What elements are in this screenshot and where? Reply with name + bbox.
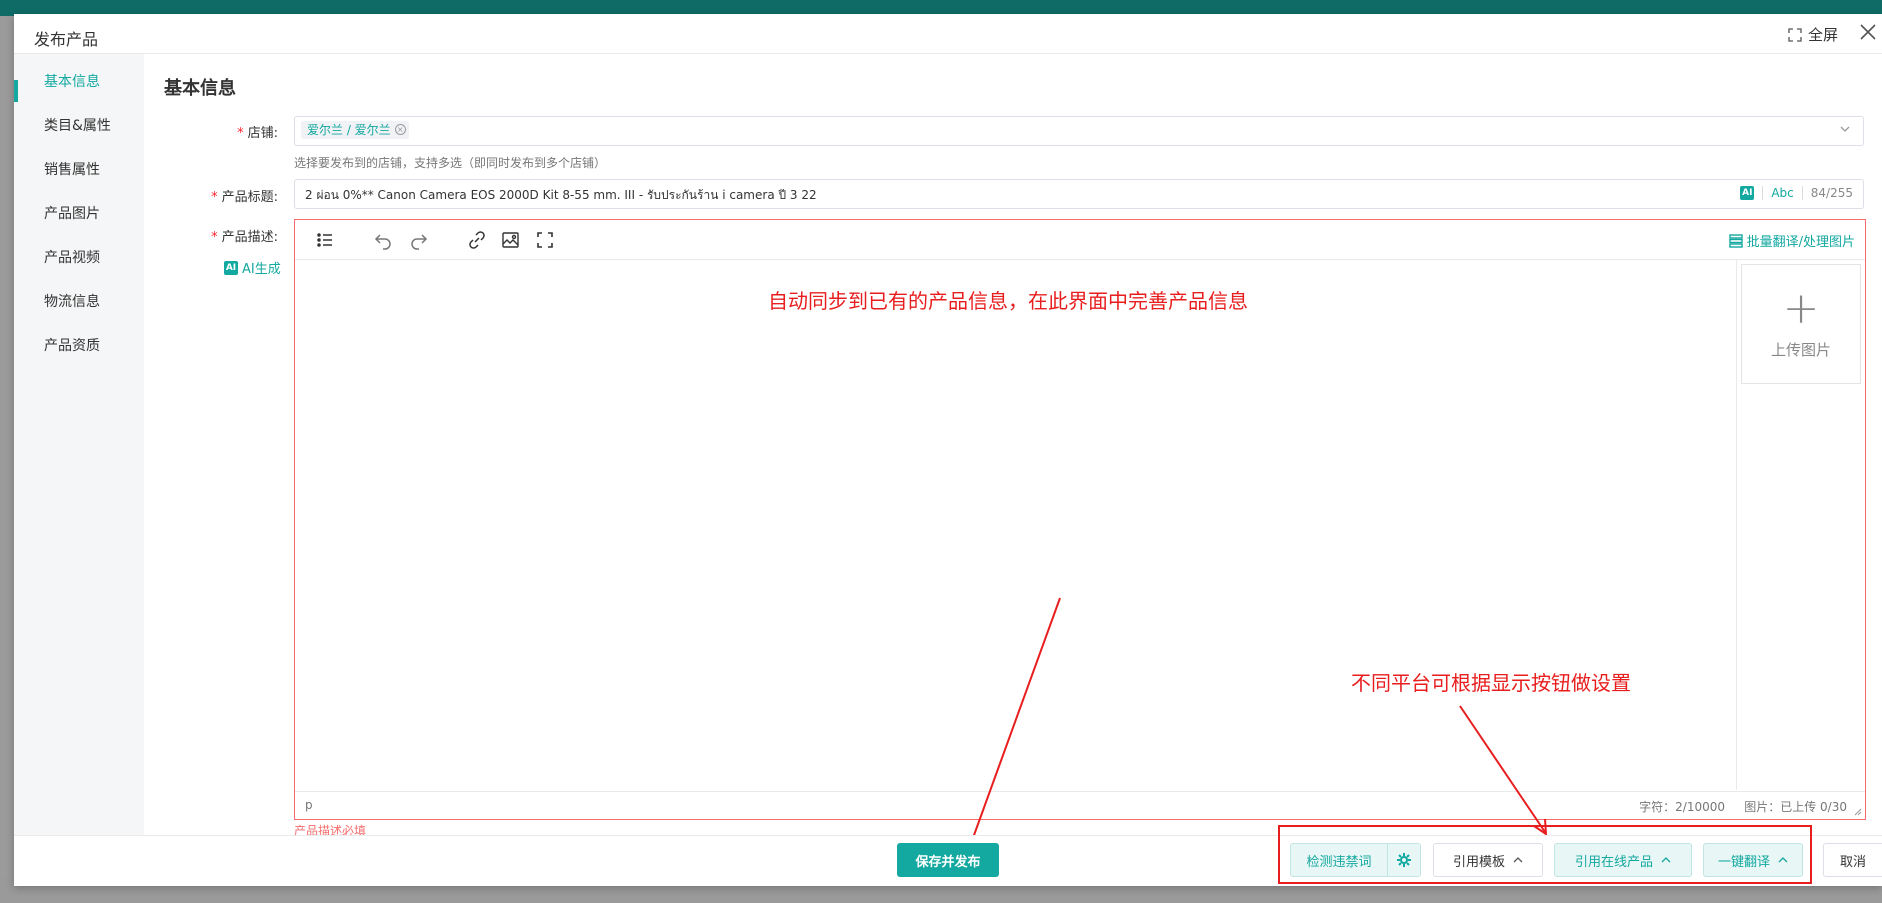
editor-toolbar: 批量翻译/处理图片	[295, 220, 1865, 260]
expand-icon	[1788, 27, 1802, 42]
image-count: 图片：已上传 0/30	[1744, 800, 1847, 814]
nav-item-sales-attributes[interactable]: 销售属性	[44, 159, 100, 179]
background-app-sidebar	[0, 16, 14, 903]
prohibited-words-settings-button[interactable]	[1387, 843, 1421, 877]
shop-select[interactable]: 爱尔兰 / 爱尔兰 ×	[294, 116, 1864, 146]
use-online-product-button[interactable]: 引用在线产品	[1554, 843, 1692, 877]
use-online-product-label: 引用在线产品	[1574, 854, 1653, 870]
one-click-translate-button[interactable]: 一键翻译	[1703, 843, 1803, 877]
resize-handle-icon[interactable]	[1854, 808, 1862, 816]
chevron-up-icon	[1661, 857, 1671, 863]
editor-divider	[1736, 260, 1737, 790]
nav-item-logistics[interactable]: 物流信息	[44, 291, 100, 311]
annotation-center-text: 自动同步到已有的产品信息，在此界面中完善产品信息	[768, 289, 1248, 313]
shop-hint: 选择要发布到的店铺，支持多选（即同时发布到多个店铺）	[294, 156, 607, 170]
gear-icon	[1397, 853, 1411, 867]
batch-translate-button[interactable]: 批量翻译/处理图片	[1728, 231, 1855, 250]
editor-status-bar: p 字符：2/10000 图片：已上传 0/30	[295, 791, 1865, 819]
dialog-header: 发布产品 全屏	[14, 14, 1882, 54]
ai-generate-label: AI生成	[242, 262, 281, 277]
plus-icon: +	[1782, 283, 1820, 334]
title-label: * 产品标题:	[211, 190, 278, 205]
chevron-up-icon	[1778, 857, 1788, 863]
fullscreen-button[interactable]: 全屏	[1788, 24, 1838, 45]
dialog-title: 发布产品	[34, 30, 99, 49]
product-title-value: 2 ผ่อน 0%** Canon Camera EOS 2000D Kit 8…	[305, 188, 817, 202]
ai-title-icon[interactable]: AI	[1740, 186, 1755, 200]
insert-image-icon[interactable]	[501, 230, 521, 250]
title-tools: AI Abc 84/255	[1740, 186, 1853, 200]
use-template-button[interactable]: 引用模板	[1433, 843, 1543, 877]
title-char-count: 84/255	[1810, 186, 1853, 200]
one-click-translate-label: 一键翻译	[1717, 854, 1770, 870]
chevron-up-icon	[1513, 857, 1523, 863]
annotation-bottom-text: 不同平台可根据显示按钮做设置	[1351, 671, 1631, 695]
section-title: 基本信息	[164, 78, 236, 99]
layers-icon	[1728, 233, 1743, 248]
ai-icon: AI	[224, 260, 238, 275]
product-title-input[interactable]: 2 ผ่อน 0%** Canon Camera EOS 2000D Kit 8…	[294, 179, 1864, 209]
upload-image-button[interactable]: + 上传图片	[1741, 264, 1861, 384]
bullet-list-icon[interactable]	[315, 230, 335, 250]
tool-divider	[1801, 186, 1803, 200]
cancel-button[interactable]: 取消	[1823, 843, 1882, 877]
chevron-down-icon	[1840, 126, 1850, 132]
nav-item-basic-info[interactable]: 基本信息	[44, 71, 100, 91]
undo-icon[interactable]	[373, 230, 393, 250]
use-template-label: 引用模板	[1452, 854, 1505, 870]
nav-item-product-video[interactable]: 产品视频	[44, 247, 100, 267]
close-icon[interactable]	[1858, 22, 1878, 42]
character-count: 字符：2/10000	[1639, 800, 1725, 814]
element-path: p	[305, 798, 313, 812]
link-icon[interactable]	[467, 230, 487, 250]
nav-item-qualification[interactable]: 产品资质	[44, 335, 100, 355]
abc-translate-button[interactable]: Abc	[1771, 186, 1793, 200]
nav-item-category-attributes[interactable]: 类目&属性	[44, 115, 111, 135]
active-indicator	[14, 80, 18, 102]
fullscreen-label: 全屏	[1807, 26, 1838, 44]
nav-item-product-images[interactable]: 产品图片	[44, 203, 100, 223]
editor-fullscreen-icon[interactable]	[535, 230, 555, 250]
ai-generate-button[interactable]: AI AI生成	[224, 258, 281, 277]
tag-remove-icon[interactable]: ×	[394, 124, 406, 135]
upload-image-label: 上传图片	[1770, 341, 1831, 359]
shop-tag: 爱尔兰 / 爱尔兰 ×	[301, 121, 409, 139]
description-label: * 产品描述:	[211, 230, 278, 245]
check-prohibited-words-button[interactable]: 检测违禁词	[1290, 843, 1388, 877]
shop-label: * 店铺:	[237, 126, 278, 141]
save-and-publish-button[interactable]: 保存并发布	[897, 843, 999, 877]
section-nav: 基本信息 类目&属性 销售属性 产品图片 产品视频 物流信息 产品资质	[14, 54, 144, 839]
batch-translate-label: 批量翻译/处理图片	[1746, 235, 1855, 250]
tool-divider	[1762, 186, 1764, 200]
redo-icon[interactable]	[409, 230, 429, 250]
shop-tag-label: 爱尔兰 / 爱尔兰	[307, 123, 391, 137]
